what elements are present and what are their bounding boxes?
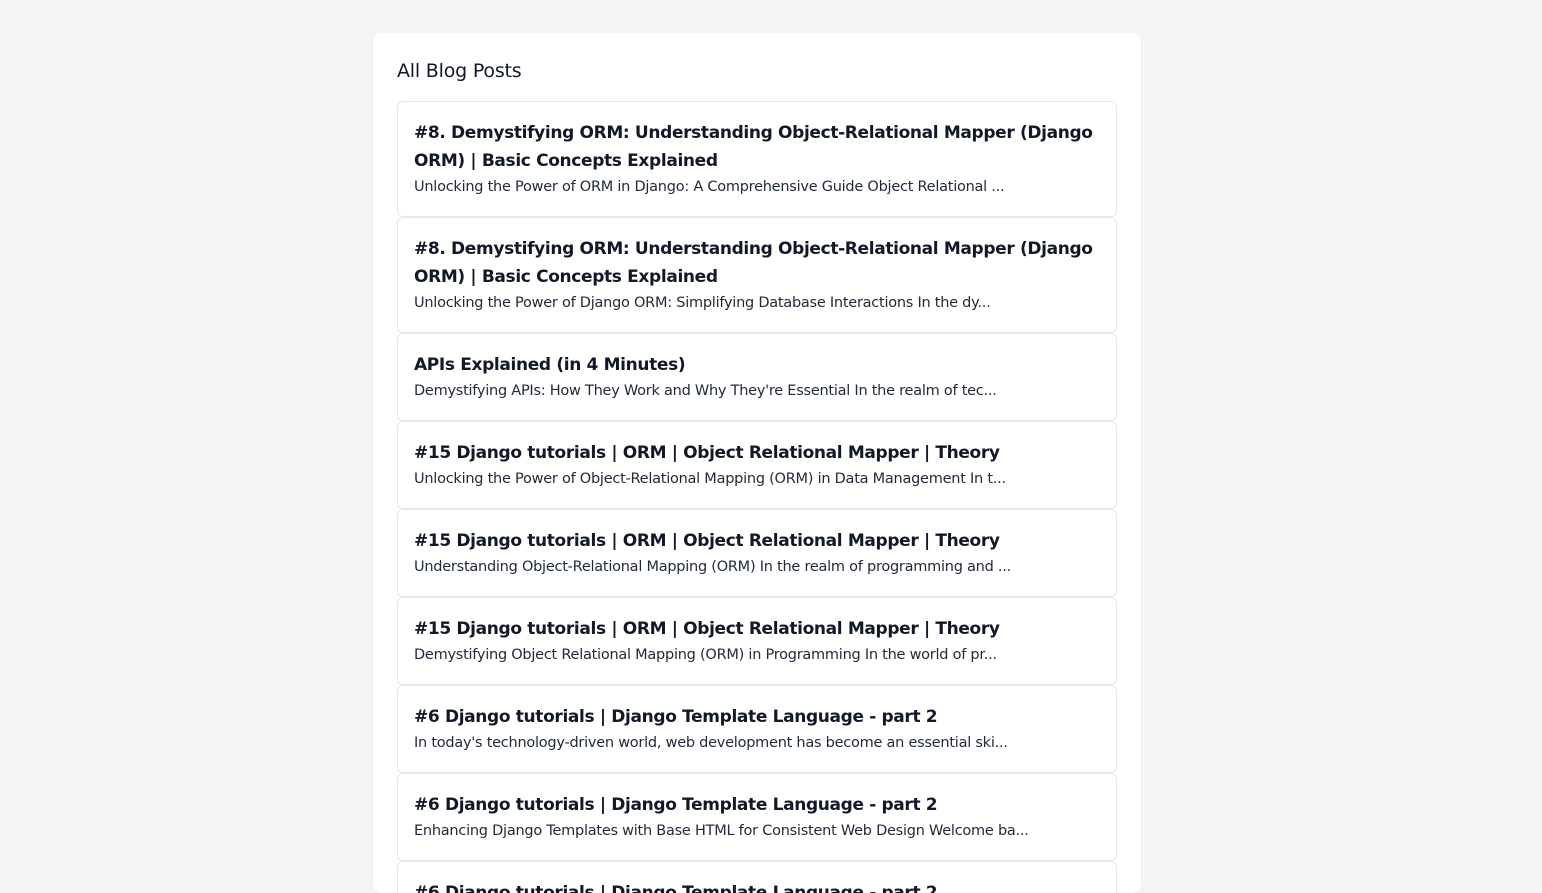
post-title[interactable]: #15 Django tutorials | ORM | Object Rela… bbox=[414, 527, 1100, 555]
post-excerpt: Demystifying APIs: How They Work and Why… bbox=[414, 383, 997, 399]
post-title[interactable]: #15 Django tutorials | ORM | Object Rela… bbox=[414, 615, 1100, 643]
post-title[interactable]: #6 Django tutorials | Django Template La… bbox=[414, 791, 1100, 819]
post-excerpt: Unlocking the Power of Object-Relational… bbox=[414, 471, 1006, 487]
post-excerpt: In today's technology-driven world, web … bbox=[414, 735, 1008, 751]
post-excerpt: Enhancing Django Templates with Base HTM… bbox=[414, 823, 1029, 839]
post-item[interactable]: #15 Django tutorials | ORM | Object Rela… bbox=[397, 509, 1117, 597]
post-title[interactable]: #8. Demystifying ORM: Understanding Obje… bbox=[414, 119, 1100, 175]
page-title: All Blog Posts bbox=[397, 60, 522, 82]
post-title[interactable]: #15 Django tutorials | ORM | Object Rela… bbox=[414, 439, 1100, 467]
post-title[interactable]: #6 Django tutorials | Django Template La… bbox=[414, 879, 1100, 893]
post-item[interactable]: #8. Demystifying ORM: Understanding Obje… bbox=[397, 217, 1117, 333]
post-item[interactable]: #6 Django tutorials | Django Template La… bbox=[397, 861, 1117, 893]
post-item[interactable]: #6 Django tutorials | Django Template La… bbox=[397, 773, 1117, 861]
post-item[interactable]: #15 Django tutorials | ORM | Object Rela… bbox=[397, 597, 1117, 685]
post-item[interactable]: #8. Demystifying ORM: Understanding Obje… bbox=[397, 101, 1117, 217]
post-title[interactable]: #8. Demystifying ORM: Understanding Obje… bbox=[414, 235, 1100, 291]
post-excerpt: Unlocking the Power of Django ORM: Simpl… bbox=[414, 295, 991, 311]
post-excerpt: Understanding Object-Relational Mapping … bbox=[414, 559, 1012, 575]
post-title[interactable]: #6 Django tutorials | Django Template La… bbox=[414, 703, 1100, 731]
post-excerpt: Unlocking the Power of ORM in Django: A … bbox=[414, 179, 1005, 195]
post-excerpt: Demystifying Object Relational Mapping (… bbox=[414, 647, 997, 663]
post-item[interactable]: APIs Explained (in 4 Minutes) Demystifyi… bbox=[397, 333, 1117, 421]
blog-posts-card: All Blog Posts #8. Demystifying ORM: Und… bbox=[373, 33, 1141, 893]
post-item[interactable]: #15 Django tutorials | ORM | Object Rela… bbox=[397, 421, 1117, 509]
post-title[interactable]: APIs Explained (in 4 Minutes) bbox=[414, 351, 1100, 379]
post-item[interactable]: #6 Django tutorials | Django Template La… bbox=[397, 685, 1117, 773]
post-list: #8. Demystifying ORM: Understanding Obje… bbox=[397, 101, 1117, 893]
